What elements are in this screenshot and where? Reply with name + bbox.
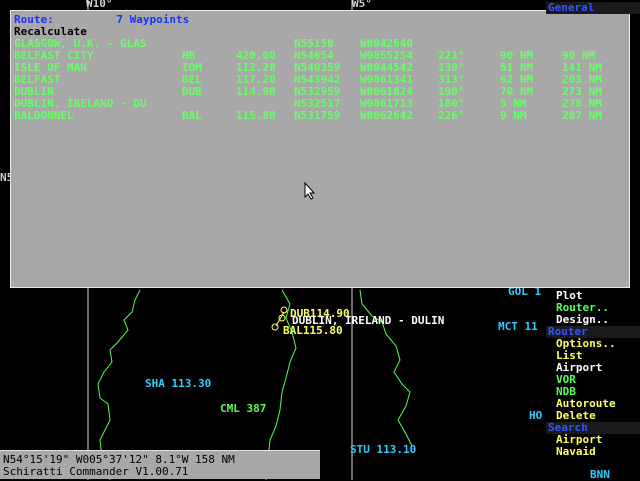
waypoint-row[interactable]: BALDONNEL BAL 115.80 N531759 W0062642 226° 9 N… xyxy=(14,109,626,122)
waypoint-row[interactable]: ISLE OF MAN IOM 112.20 N540359 W0044542 138° 5… xyxy=(14,61,626,74)
status-bar: N54°15'19" W005°37'12" 8.1°W 158 NM Schi… xyxy=(0,450,320,479)
map-label-sha[interactable]: SHA 113.30 xyxy=(145,377,211,390)
waypoint-dist: 9 NM xyxy=(500,109,527,122)
waypoint-id: BAL xyxy=(182,109,202,122)
map-label-bal[interactable]: BAL115.80 xyxy=(283,324,343,337)
map-label-ho[interactable]: HO xyxy=(529,409,542,422)
mouse-pointer-icon xyxy=(304,182,316,200)
waypoint-hdg: 226° xyxy=(438,109,465,122)
waypoint-row[interactable]: DUBLIN, IRELAND - DU N532517 W0061713 180° 5… xyxy=(14,97,626,110)
waypoint-row[interactable]: BELFAST CITY HB 420.00 N54654 W0055254 221° 90… xyxy=(14,49,626,62)
waypoint-freq: 115.80 xyxy=(236,109,276,122)
waypoint-name: BALDONNEL xyxy=(14,109,74,122)
waypoint-row[interactable]: BELFAST BEL 117.20 N543942 W0061341 313° 62 NM… xyxy=(14,73,626,86)
waypoint-lon: W0062642 xyxy=(360,109,413,122)
route-waypoint-count: 7 Waypoints xyxy=(116,13,190,26)
status-version: Schiratti Commander V1.00.71 xyxy=(3,465,189,478)
menu-general-heading: General xyxy=(546,2,640,14)
map-label-w10: W10° xyxy=(86,0,113,10)
command-menu: General Plot Router.. Design.. Router Options… xyxy=(546,0,640,470)
map-label-w5: W5° xyxy=(352,0,372,10)
waypoint-lat: N531759 xyxy=(294,109,341,122)
menu-search-navaid-button[interactable]: Navaid xyxy=(546,446,640,458)
map-label-mct[interactable]: MCT 11 xyxy=(498,320,538,333)
map-label-cml[interactable]: CML 387 xyxy=(220,402,266,415)
waypoint-row[interactable]: GLASGOW, U.K. - GLAS N55150 W0042640 xyxy=(14,37,626,50)
waypoint-bal-marker[interactable] xyxy=(271,323,279,331)
map-label-stu[interactable]: STU 113.10 xyxy=(350,443,416,456)
waypoint-row[interactable]: DUBLIN DUB 114.90 N532959 W0061824 190° 70 NM 2… xyxy=(14,85,626,98)
route-panel[interactable]: Route: 7 Waypoints Recalculate GLASGOW, … xyxy=(10,10,630,288)
